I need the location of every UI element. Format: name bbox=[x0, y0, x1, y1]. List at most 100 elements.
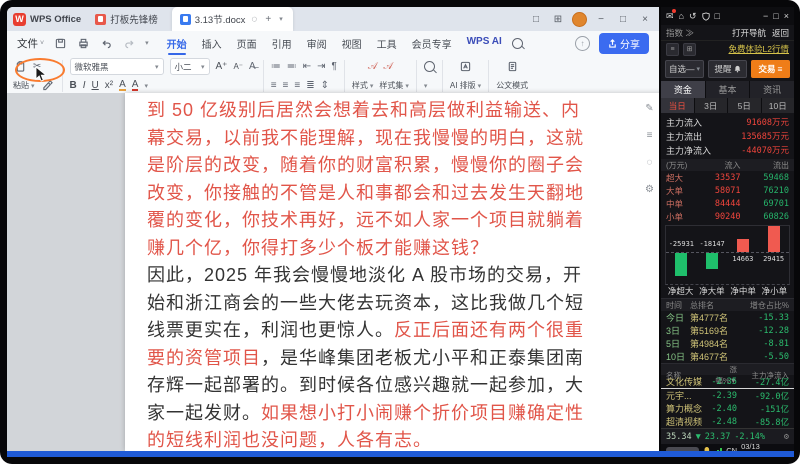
ribbon-tab-页面[interactable]: 页面 bbox=[236, 33, 258, 54]
alert-button[interactable]: 提醒 bbox=[708, 60, 747, 78]
trader-close-button[interactable]: × bbox=[784, 11, 789, 21]
ribbon-tab-WPS AI[interactable]: WPS AI bbox=[466, 33, 503, 54]
sector-row[interactable]: 算力概念-2.40-151亿 bbox=[661, 402, 794, 415]
undo-icon[interactable] bbox=[99, 36, 113, 50]
redo-icon[interactable] bbox=[122, 36, 136, 50]
quick-access-caret-icon[interactable]: ▾ bbox=[145, 39, 149, 47]
period-tab-5日[interactable]: 5日 bbox=[728, 98, 761, 113]
open-navigation-link[interactable]: 打开导航 bbox=[732, 27, 766, 39]
tab-list-caret-icon[interactable]: ▾ bbox=[277, 15, 285, 23]
user-avatar[interactable] bbox=[572, 12, 587, 27]
italic-button[interactable]: I bbox=[83, 80, 86, 91]
bold-button[interactable]: B bbox=[70, 80, 77, 91]
ribbon-tab-工具[interactable]: 工具 bbox=[376, 33, 398, 54]
windows-taskbar-edge[interactable] bbox=[7, 451, 794, 457]
flow-table-row[interactable]: 大单5807176210 bbox=[666, 184, 789, 197]
align-center-icon[interactable]: ≡ bbox=[283, 80, 289, 91]
wps-logo[interactable]: W WPS Office bbox=[13, 13, 81, 26]
clear-format-icon[interactable]: A̶ bbox=[249, 61, 256, 72]
back-link[interactable]: 返回 bbox=[772, 27, 789, 39]
rank-table-row[interactable]: 5日第4984名-8.81 bbox=[661, 337, 794, 350]
mail-icon[interactable]: ✉ bbox=[666, 11, 674, 22]
period-tab-3日[interactable]: 3日 bbox=[695, 98, 728, 113]
maximize-button[interactable]: □ bbox=[615, 14, 631, 25]
file-menu[interactable]: 文件 ˅ bbox=[17, 36, 44, 51]
rank-table-row[interactable]: 3日第5169名-12.28 bbox=[661, 324, 794, 337]
shrink-font-icon[interactable]: A⁻ bbox=[233, 62, 243, 71]
font-color-caret-icon[interactable]: ▾ bbox=[144, 82, 148, 90]
ai-layout-button[interactable]: AI 排版 ▾ bbox=[450, 80, 481, 91]
font-size-select[interactable]: 小二 ▾ bbox=[170, 58, 210, 75]
comment-panel-icon[interactable]: ◌ bbox=[647, 157, 653, 168]
trader-tab-基本[interactable]: 基本 bbox=[706, 81, 750, 98]
edit-pencil-icon[interactable]: ✎ bbox=[645, 103, 653, 114]
line-spacing-icon[interactable]: ⇕ bbox=[321, 80, 329, 91]
decrease-indent-icon[interactable]: ⇤ bbox=[303, 61, 311, 72]
print-icon[interactable] bbox=[76, 36, 90, 50]
outline-icon[interactable]: ≡ bbox=[647, 130, 653, 141]
new-tab-button[interactable]: + bbox=[263, 14, 273, 25]
document-page[interactable]: 到 50 亿级别后居然会想着去和高层做利益输送、内幕交易，以前我不能理解，现在我… bbox=[125, 93, 659, 451]
apps-grid-icon[interactable]: ⊞ bbox=[550, 14, 566, 25]
list-toggle-icon[interactable]: ⊞ bbox=[683, 43, 696, 56]
document-tab-1[interactable]: 打板先锋榜 bbox=[87, 7, 166, 31]
ribbon-tab-会员专享[interactable]: 会员专享 bbox=[411, 33, 453, 54]
window-icon[interactable]: □ bbox=[715, 11, 720, 21]
refresh-icon[interactable]: ↺ bbox=[689, 11, 697, 22]
search-icon[interactable] bbox=[512, 38, 523, 49]
trade-button[interactable]: 交易 ≡ bbox=[751, 60, 790, 78]
shield-icon[interactable] bbox=[702, 11, 710, 21]
index-breadcrumb[interactable]: 指数 ≫ bbox=[666, 27, 694, 39]
trader-tab-资讯[interactable]: 资讯 bbox=[750, 81, 794, 98]
period-tab-10日[interactable]: 10日 bbox=[762, 98, 795, 113]
sector-row[interactable]: 文化传媒-2.35-27.4亿 bbox=[661, 375, 794, 389]
minimize-button[interactable]: − bbox=[593, 14, 609, 25]
close-button[interactable]: × bbox=[637, 14, 653, 25]
rank-table-row[interactable]: 今日第4777名-15.33 bbox=[661, 311, 794, 324]
paste-button[interactable]: 粘贴 ▾ bbox=[13, 80, 35, 91]
superscript-icon[interactable]: x² bbox=[105, 80, 113, 91]
trader-minimize-button[interactable]: − bbox=[763, 11, 768, 21]
flow-table-row[interactable]: 超大3353759468 bbox=[666, 171, 789, 184]
increase-indent-icon[interactable]: ⇥ bbox=[317, 61, 325, 72]
flow-table-row[interactable]: 小单9024060826 bbox=[666, 210, 789, 223]
watchlist-button[interactable]: 自选— ▾ bbox=[665, 60, 704, 78]
settings-gear-icon[interactable]: ⚙ bbox=[645, 184, 654, 195]
grow-font-icon[interactable]: A⁺ bbox=[216, 61, 228, 72]
l2-promo-link[interactable]: 免费体验L2行情 bbox=[729, 43, 789, 55]
status-gear-icon[interactable]: ⚙ bbox=[784, 432, 789, 442]
align-left-icon[interactable]: ≡ bbox=[271, 80, 277, 91]
gov-mode-button[interactable]: 公文模式 bbox=[496, 80, 528, 91]
rank-table-row[interactable]: 10日第4677名-5.50 bbox=[661, 350, 794, 363]
layout-switch-icon[interactable]: □ bbox=[528, 14, 544, 25]
document-tab-2-active[interactable]: 3.13节.docx ◌ + ▾ bbox=[172, 7, 293, 31]
style-set-button[interactable]: 样式集 ▾ bbox=[379, 80, 409, 91]
chat-bubble-icon[interactable]: ◌ bbox=[249, 14, 259, 25]
home-icon[interactable]: ⌂ bbox=[679, 11, 684, 21]
bullet-list-icon[interactable]: ≔ bbox=[271, 61, 281, 72]
ribbon-tab-审阅[interactable]: 审阅 bbox=[306, 33, 328, 54]
ribbon-tab-开始[interactable]: 开始 bbox=[166, 33, 188, 54]
find-icon[interactable] bbox=[424, 61, 435, 72]
save-icon[interactable] bbox=[53, 36, 67, 50]
cloud-sync-icon[interactable]: ↑ bbox=[575, 36, 590, 51]
period-tab-当日[interactable]: 当日 bbox=[661, 98, 694, 113]
highlight-color-button[interactable]: A bbox=[119, 80, 126, 91]
underline-button[interactable]: U bbox=[92, 80, 99, 91]
trader-tab-资金[interactable]: 资金 bbox=[661, 81, 705, 98]
paragraph-mark-icon[interactable]: ¶ bbox=[331, 61, 336, 72]
sector-row[interactable]: 元宇...-2.39-92.0亿 bbox=[661, 389, 794, 402]
sector-row[interactable]: 超清视频-2.48-85.8亿 bbox=[661, 415, 794, 428]
layout-toggle-icon[interactable]: ≡ bbox=[666, 43, 679, 56]
align-right-icon[interactable]: ≡ bbox=[294, 80, 300, 91]
numbered-list-icon[interactable]: ≕ bbox=[287, 61, 297, 72]
ribbon-tab-插入[interactable]: 插入 bbox=[201, 33, 223, 54]
flow-table-row[interactable]: 中单8444469701 bbox=[666, 197, 789, 210]
justify-icon[interactable]: ≣ bbox=[306, 80, 314, 91]
font-color-button[interactable]: A bbox=[132, 80, 139, 91]
share-button[interactable]: 分享 bbox=[599, 33, 649, 54]
font-name-select[interactable]: 微软雅黑 ▾ bbox=[70, 58, 164, 75]
trader-maximize-button[interactable]: □ bbox=[773, 11, 778, 21]
ribbon-tab-视图[interactable]: 视图 bbox=[341, 33, 363, 54]
ribbon-tab-引用[interactable]: 引用 bbox=[271, 33, 293, 54]
